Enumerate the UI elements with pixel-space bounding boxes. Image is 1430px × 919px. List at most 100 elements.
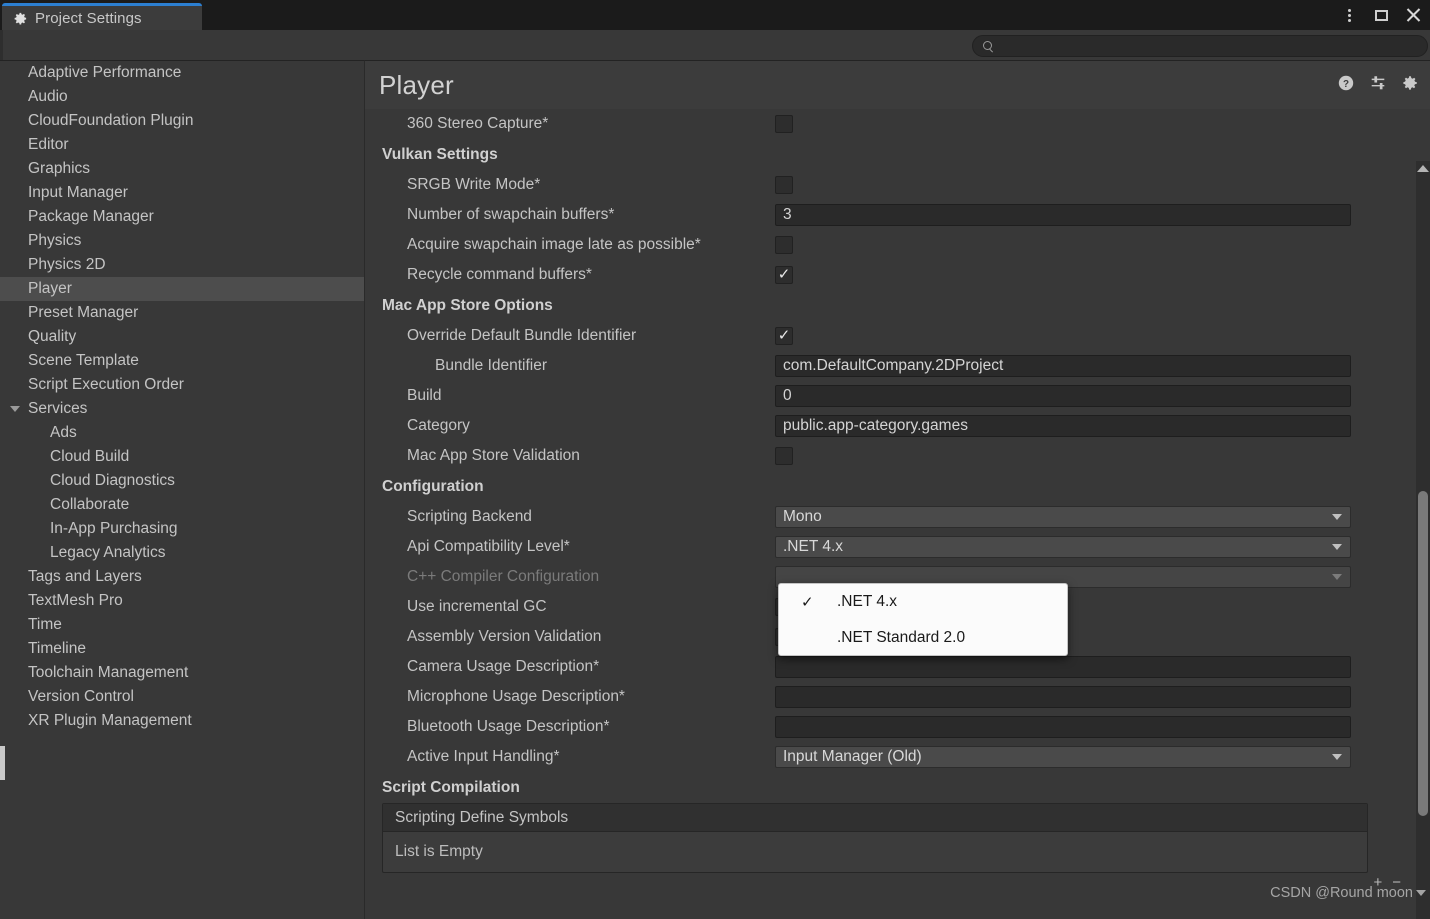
sidebar-item-time[interactable]: Time: [0, 613, 364, 637]
chevron-down-icon: [1332, 514, 1342, 520]
sidebar-item-physics-2d[interactable]: Physics 2D: [0, 253, 364, 277]
setting-label: Api Compatibility Level*: [407, 538, 570, 555]
setting-label: SRGB Write Mode*: [407, 176, 541, 193]
search-box[interactable]: [972, 35, 1428, 57]
sidebar-item-label: XR Plugin Management: [28, 712, 192, 729]
sidebar-item-preset-manager[interactable]: Preset Manager: [0, 301, 364, 325]
sidebar-item-label: Scene Template: [28, 352, 139, 369]
sidebar-item-label: In-App Purchasing: [50, 520, 178, 537]
chevron-down-icon[interactable]: [10, 406, 20, 412]
checkbox-acquire-swapchain-image-late-as-possible[interactable]: [775, 236, 793, 254]
sidebar-item-cloudfoundation-plugin[interactable]: CloudFoundation Plugin: [0, 109, 364, 133]
sidebar-item-quality[interactable]: Quality: [0, 325, 364, 349]
page-title: Player: [379, 70, 454, 100]
setting-label: Override Default Bundle Identifier: [407, 327, 637, 344]
dropdown-value: .NET 4.x: [783, 538, 844, 555]
checkbox-mac-app-store-validation[interactable]: [775, 447, 793, 465]
sidebar-item-toolchain-management[interactable]: Toolchain Management: [0, 661, 364, 685]
preset-icon[interactable]: [1369, 74, 1387, 92]
list-footer-buttons: + −: [377, 873, 1413, 891]
dropdown-api-compatibility-level[interactable]: .NET 4.x: [775, 536, 1351, 558]
add-button[interactable]: +: [1373, 875, 1382, 890]
sidebar-item-version-control[interactable]: Version Control: [0, 685, 364, 709]
setting-label: Camera Usage Description*: [407, 658, 600, 675]
panel-header: Player ?: [365, 61, 1430, 109]
maximize-icon[interactable]: [1372, 6, 1390, 24]
sidebar-item-adaptive-performance[interactable]: Adaptive Performance: [0, 61, 364, 85]
sidebar-item-cloud-diagnostics[interactable]: Cloud Diagnostics: [0, 469, 364, 493]
sidebar-item-label: Player: [28, 280, 72, 297]
settings-scroll-area[interactable]: 360 Stereo Capture* Vulkan Settings SRGB W…: [377, 109, 1413, 919]
input-bundle-identifier[interactable]: com.DefaultCompany.2DProject: [775, 355, 1351, 377]
sidebar-item-label: Version Control: [28, 688, 134, 705]
sidebar-item-label: Timeline: [28, 640, 86, 657]
project-settings-window: Project Settings Adaptive Performance Aud…: [0, 0, 1430, 919]
sidebar-item-scene-template[interactable]: Scene Template: [0, 349, 364, 373]
sidebar-item-script-execution-order[interactable]: Script Execution Order: [0, 373, 364, 397]
sidebar-list: Adaptive Performance Audio CloudFoundation…: [0, 61, 364, 733]
close-icon[interactable]: [1404, 6, 1422, 24]
sidebar-item-textmesh-pro[interactable]: TextMesh Pro: [0, 589, 364, 613]
scroll-up-arrow-icon[interactable]: [1417, 165, 1429, 172]
popup-option-net-standard-2-0[interactable]: .NET Standard 2.0: [779, 620, 1067, 656]
sidebar-item-label: Graphics: [28, 160, 91, 177]
list-header[interactable]: Scripting Define Symbols: [383, 804, 1367, 832]
popup-option-net-4-x[interactable]: ✓ .NET 4.x: [779, 584, 1067, 620]
sidebar-item-audio[interactable]: Audio: [0, 85, 364, 109]
sidebar-item-editor[interactable]: Editor: [0, 133, 364, 157]
sidebar-item-legacy-analytics[interactable]: Legacy Analytics: [0, 541, 364, 565]
gear-icon[interactable]: [1401, 74, 1419, 92]
sidebar-item-ads[interactable]: Ads: [0, 421, 364, 445]
sidebar-item-label: Adaptive Performance: [28, 64, 182, 81]
more-menu-icon[interactable]: [1340, 6, 1358, 24]
sidebar-item-tags-and-layers[interactable]: Tags and Layers: [0, 565, 364, 589]
setting-row-microphone-usage-description: Microphone Usage Description*: [377, 682, 1413, 712]
sidebar-item-label: Package Manager: [28, 208, 154, 225]
checkbox-srgb-write-mode[interactable]: [775, 176, 793, 194]
sidebar-item-label: Quality: [28, 328, 77, 345]
setting-label: C++ Compiler Configuration: [407, 568, 600, 585]
checkbox-recycle-command-buffers[interactable]: [775, 266, 793, 284]
dropdown-scripting-backend[interactable]: Mono: [775, 506, 1351, 528]
setting-label: Build: [407, 387, 442, 404]
popup-option-label: .NET Standard 2.0: [837, 629, 966, 646]
sidebar-item-xr-plugin-management[interactable]: XR Plugin Management: [0, 709, 364, 733]
sidebar-item-player[interactable]: Player: [0, 277, 364, 301]
settings-rows: 360 Stereo Capture* Vulkan Settings SRGB W…: [377, 109, 1413, 891]
checkbox-360-stereo-capture[interactable]: [775, 115, 793, 133]
input-camera-usage-description[interactable]: [775, 656, 1351, 678]
panel-header-icons: ?: [1337, 74, 1419, 92]
setting-label: Bluetooth Usage Description*: [407, 718, 610, 735]
checkbox-override-default-bundle-identifier[interactable]: [775, 327, 793, 345]
sidebar-item-in-app-purchasing[interactable]: In-App Purchasing: [0, 517, 364, 541]
sidebar-item-physics[interactable]: Physics: [0, 229, 364, 253]
sidebar-item-label: Collaborate: [50, 496, 130, 513]
sidebar-item-cloud-build[interactable]: Cloud Build: [0, 445, 364, 469]
search-input[interactable]: [1000, 39, 1400, 53]
setting-label: Use incremental GC: [407, 598, 547, 615]
sidebar-item-timeline[interactable]: Timeline: [0, 637, 364, 661]
help-icon[interactable]: ?: [1337, 74, 1355, 92]
popup-option-label: .NET 4.x: [837, 593, 898, 610]
input-microphone-usage-description[interactable]: [775, 686, 1351, 708]
vertical-scrollbar[interactable]: [1416, 161, 1430, 919]
input-category[interactable]: public.app-category.games: [775, 415, 1351, 437]
scrollbar-thumb[interactable]: [1418, 491, 1428, 816]
dropdown-active-input-handling[interactable]: Input Manager (Old): [775, 746, 1351, 768]
input-bluetooth-usage-description[interactable]: [775, 716, 1351, 738]
remove-button[interactable]: −: [1392, 875, 1401, 890]
input-build[interactable]: 0: [775, 385, 1351, 407]
api-compatibility-dropdown-popup[interactable]: ✓ .NET 4.x .NET Standard 2.0: [778, 583, 1068, 656]
sidebar-item-label: Input Manager: [28, 184, 128, 201]
settings-sidebar[interactable]: Adaptive Performance Audio CloudFoundation…: [0, 60, 364, 919]
sidebar-item-services[interactable]: Services: [0, 397, 364, 421]
sidebar-item-collaborate[interactable]: Collaborate: [0, 493, 364, 517]
sidebar-item-graphics[interactable]: Graphics: [0, 157, 364, 181]
setting-row-active-input-handling: Active Input Handling* Input Manager (Old…: [377, 742, 1413, 772]
setting-row-recycle-command-buffers: Recycle command buffers*: [377, 260, 1413, 290]
popup-items: ✓ .NET 4.x .NET Standard 2.0: [779, 584, 1067, 656]
sidebar-item-input-manager[interactable]: Input Manager: [0, 181, 364, 205]
sidebar-item-package-manager[interactable]: Package Manager: [0, 205, 364, 229]
input-number-of-swapchain-buffers[interactable]: 3: [775, 204, 1351, 226]
tab-project-settings[interactable]: Project Settings: [2, 3, 202, 30]
